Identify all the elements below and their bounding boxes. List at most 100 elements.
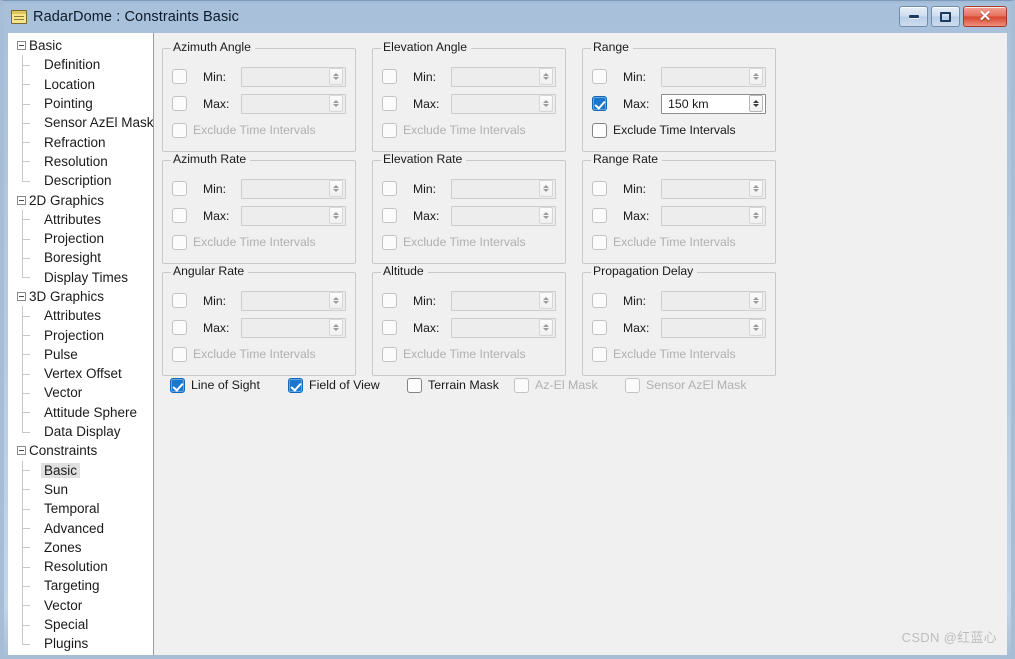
- sidebar-item-description[interactable]: Description: [8, 171, 153, 190]
- flag-label: Az-El Mask: [535, 378, 598, 392]
- sidebar-item-attributes[interactable]: Attributes: [8, 209, 153, 230]
- range-min-checkbox[interactable]: [592, 69, 607, 84]
- sidebar-item-vector[interactable]: Vector: [8, 595, 153, 616]
- tree-group-basic[interactable]: Basic: [8, 36, 153, 55]
- flag-checkbox[interactable]: [170, 377, 185, 393]
- sidebar-item-projection[interactable]: Projection: [8, 228, 153, 249]
- altitude-exclude-time-intervals-row[interactable]: Exclude Time Intervals: [373, 343, 565, 365]
- range-exclude-time-intervals-checkbox[interactable]: [592, 122, 607, 138]
- range-rate-exclude-time-intervals-checkbox[interactable]: [592, 234, 607, 250]
- flag-field-of-view[interactable]: Field of View: [288, 377, 380, 393]
- azimuth-rate-max-checkbox[interactable]: [172, 208, 187, 223]
- propagation-delay-exclude-time-intervals-row[interactable]: Exclude Time Intervals: [583, 343, 775, 365]
- tree-group-3d-graphics[interactable]: 3D Graphics: [8, 287, 153, 306]
- elevation-angle-max-checkbox[interactable]: [382, 96, 397, 111]
- flag-checkbox[interactable]: [407, 377, 422, 393]
- sidebar-item-boresight[interactable]: Boresight: [8, 248, 153, 268]
- collapse-expander-icon[interactable]: [17, 195, 26, 205]
- sidebar-item-sensor-azel-mask[interactable]: Sensor AzEl Mask: [8, 113, 153, 133]
- elevation-rate-exclude-time-intervals-checkbox[interactable]: [382, 234, 397, 250]
- sidebar-item-special[interactable]: Special: [8, 614, 153, 635]
- sidebar-item-temporal[interactable]: Temporal: [8, 499, 153, 519]
- flag-sensor-azel-mask[interactable]: Sensor AzEl Mask: [625, 377, 747, 393]
- elevation-rate-exclude-time-intervals-row[interactable]: Exclude Time Intervals: [373, 231, 565, 253]
- sidebar-item-resolution[interactable]: Resolution: [8, 557, 153, 577]
- sidebar-item-plugins[interactable]: Plugins: [8, 634, 153, 653]
- flag-terrain-mask[interactable]: Terrain Mask: [407, 377, 499, 393]
- sidebar-item-data-display[interactable]: Data Display: [8, 421, 153, 441]
- tree-group-label: 3D Graphics: [29, 289, 105, 304]
- collapse-expander-icon[interactable]: [17, 446, 26, 456]
- sidebar-item-sun[interactable]: Sun: [8, 479, 153, 500]
- range-rate-min-checkbox[interactable]: [592, 181, 607, 196]
- sidebar-item-vector[interactable]: Vector: [8, 383, 153, 403]
- range-rate-exclude-time-intervals-row[interactable]: Exclude Time Intervals: [583, 231, 775, 253]
- flag-line-of-sight[interactable]: Line of Sight: [170, 377, 260, 393]
- azimuth-angle-min-checkbox[interactable]: [172, 69, 187, 84]
- sidebar-item-refraction[interactable]: Refraction: [8, 132, 153, 153]
- sidebar-item-pulse[interactable]: Pulse: [8, 344, 153, 365]
- groupbox-azimuth-rate: Azimuth Rate Min: Max: Exclude Time Interva…: [162, 152, 356, 264]
- azimuth-angle-max-checkbox[interactable]: [172, 96, 187, 111]
- sidebar-item-definition[interactable]: Definition: [8, 55, 153, 75]
- maximize-button[interactable]: [931, 6, 960, 27]
- sidebar-item-vertex-offset[interactable]: Vertex Offset: [8, 364, 153, 384]
- spinner-down-icon: [543, 104, 549, 107]
- sidebar-item-advanced[interactable]: Advanced: [8, 518, 153, 539]
- altitude-min-checkbox[interactable]: [382, 293, 397, 308]
- sidebar-item-display-times[interactable]: Display Times: [8, 267, 153, 287]
- collapse-expander-icon[interactable]: [17, 292, 26, 301]
- spinner-up-down-icon[interactable]: [749, 95, 763, 112]
- flag-label: Field of View: [309, 378, 380, 392]
- range-exclude-time-intervals-row[interactable]: Exclude Time Intervals: [583, 119, 775, 141]
- angular-rate-exclude-time-intervals-row[interactable]: Exclude Time Intervals: [163, 343, 355, 365]
- sidebar-item-location[interactable]: Location: [8, 74, 153, 95]
- groupbox-title: Azimuth Rate: [171, 152, 251, 166]
- elevation-angle-exclude-time-intervals-row[interactable]: Exclude Time Intervals: [373, 119, 565, 141]
- sidebar-item-attributes[interactable]: Attributes: [8, 306, 153, 326]
- minimize-button[interactable]: [899, 6, 928, 27]
- sidebar-item-attitude-sphere[interactable]: Attitude Sphere: [8, 402, 153, 423]
- azimuth-rate-exclude-time-intervals-row[interactable]: Exclude Time Intervals: [163, 231, 355, 253]
- angular-rate-max-checkbox[interactable]: [172, 320, 187, 335]
- flag-checkbox[interactable]: [514, 377, 529, 393]
- sidebar-item-resolution[interactable]: Resolution: [8, 151, 153, 172]
- altitude-max-checkbox[interactable]: [382, 320, 397, 335]
- azimuth-angle-exclude-time-intervals-row[interactable]: Exclude Time Intervals: [163, 119, 355, 141]
- propagation-delay-exclude-time-intervals-checkbox[interactable]: [592, 346, 607, 362]
- groupbox-title: Altitude: [381, 264, 428, 278]
- range-max-checkbox[interactable]: [592, 96, 607, 111]
- sidebar-item-label: Pointing: [44, 96, 93, 112]
- navigation-tree[interactable]: Basic Definition Location Pointing Sensor Az…: [8, 33, 154, 655]
- propagation-delay-max-checkbox[interactable]: [592, 320, 607, 335]
- sidebar-item-projection[interactable]: Projection: [8, 325, 153, 346]
- azimuth-angle-min-row: Min:: [163, 63, 355, 90]
- sidebar-item-label: Boresight: [44, 250, 102, 266]
- elevation-rate-min-checkbox[interactable]: [382, 181, 397, 196]
- range-max-spinbox[interactable]: 150 km: [661, 93, 766, 114]
- tree-group-2d-graphics[interactable]: 2D Graphics: [8, 190, 153, 209]
- sidebar-item-basic[interactable]: Basic: [8, 460, 153, 481]
- angular-rate-min-checkbox[interactable]: [172, 293, 187, 308]
- collapse-expander-icon[interactable]: [17, 41, 26, 51]
- flag-checkbox[interactable]: [288, 377, 303, 393]
- sidebar-item-zones[interactable]: Zones: [8, 537, 153, 558]
- azimuth-rate-min-checkbox[interactable]: [172, 181, 187, 196]
- tree-group-constraints[interactable]: Constraints: [8, 441, 153, 460]
- azimuth-angle-exclude-time-intervals-checkbox[interactable]: [172, 122, 187, 138]
- close-button[interactable]: ✕: [963, 6, 1007, 27]
- range-rate-max-checkbox[interactable]: [592, 208, 607, 223]
- sidebar-item-label: Location: [44, 76, 96, 92]
- flag-checkbox[interactable]: [625, 377, 640, 393]
- spinner-up-icon: [333, 324, 339, 327]
- propagation-delay-min-checkbox[interactable]: [592, 293, 607, 308]
- sidebar-item-pointing[interactable]: Pointing: [8, 93, 153, 114]
- elevation-angle-min-checkbox[interactable]: [382, 69, 397, 84]
- elevation-rate-max-checkbox[interactable]: [382, 208, 397, 223]
- altitude-exclude-time-intervals-checkbox[interactable]: [382, 346, 397, 362]
- elevation-angle-exclude-time-intervals-checkbox[interactable]: [382, 122, 397, 138]
- flag-az-el-mask[interactable]: Az-El Mask: [514, 377, 598, 393]
- sidebar-item-targeting[interactable]: Targeting: [8, 576, 153, 596]
- angular-rate-exclude-time-intervals-checkbox[interactable]: [172, 346, 187, 362]
- azimuth-rate-exclude-time-intervals-checkbox[interactable]: [172, 234, 187, 250]
